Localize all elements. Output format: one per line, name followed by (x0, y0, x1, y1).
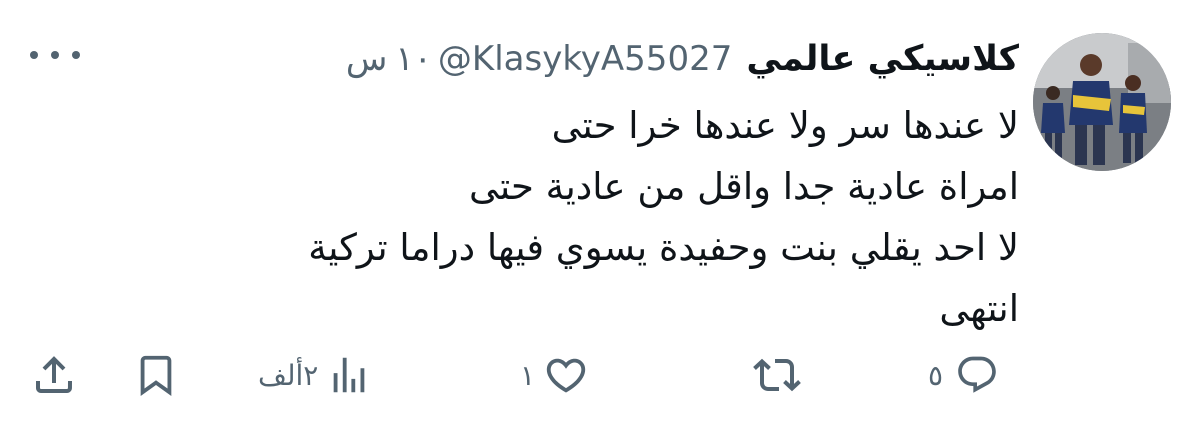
timestamp-unit[interactable]: س (346, 39, 388, 79)
tweet-text: لا عندها سر ولا عندها خرا حتى امراة عادي… (199, 95, 1019, 339)
more-horizontal-icon-dot (51, 51, 59, 59)
display-name[interactable]: كلاسيكي عالمي (746, 39, 1019, 79)
avatar-photo (1033, 33, 1171, 171)
more-horizontal-icon-dot (72, 51, 80, 59)
tweet-text-line: انتهى (939, 287, 1019, 330)
views-chart-icon (326, 352, 372, 398)
reply-icon (955, 353, 999, 397)
views-button[interactable]: ٢ألف (258, 350, 372, 400)
reply-button[interactable]: ٥ (928, 350, 999, 400)
tweet-text-line: لا عندها سر ولا عندها خرا حتى (551, 104, 1019, 147)
tweet[interactable]: كلاسيكي عالمي @KlasykyA55027 ١٠ س لا عند… (0, 0, 1199, 423)
more-horizontal-icon (30, 51, 38, 59)
like-count: ١ (520, 358, 536, 392)
reply-count: ٥ (928, 358, 944, 392)
retweet-icon (753, 351, 801, 399)
views-count: ٢ألف (258, 358, 319, 392)
heart-icon (543, 352, 589, 398)
tweet-text-line: لا احد يقلي بنت وحفيدة يسوي فيها دراما ت… (308, 226, 1019, 269)
tweet-text-line: امراة عادية جدا واقل من عادية حتى (469, 165, 1019, 208)
more-options-button[interactable] (30, 40, 80, 70)
like-button[interactable]: ١ (520, 350, 589, 400)
bookmark-icon (133, 352, 179, 398)
avatar[interactable] (1033, 33, 1171, 171)
retweet-button[interactable] (753, 350, 811, 400)
bookmark-button[interactable] (133, 350, 179, 400)
share-icon (30, 351, 78, 399)
share-button[interactable] (30, 350, 78, 400)
tweet-actions: ٥ ١ ٢ألف (0, 340, 1199, 410)
timestamp-value[interactable]: ١٠ (395, 39, 432, 79)
tweet-header: كلاسيكي عالمي @KlasykyA55027 ١٠ س (346, 33, 1019, 85)
user-handle[interactable]: @KlasykyA55027 (438, 39, 732, 79)
